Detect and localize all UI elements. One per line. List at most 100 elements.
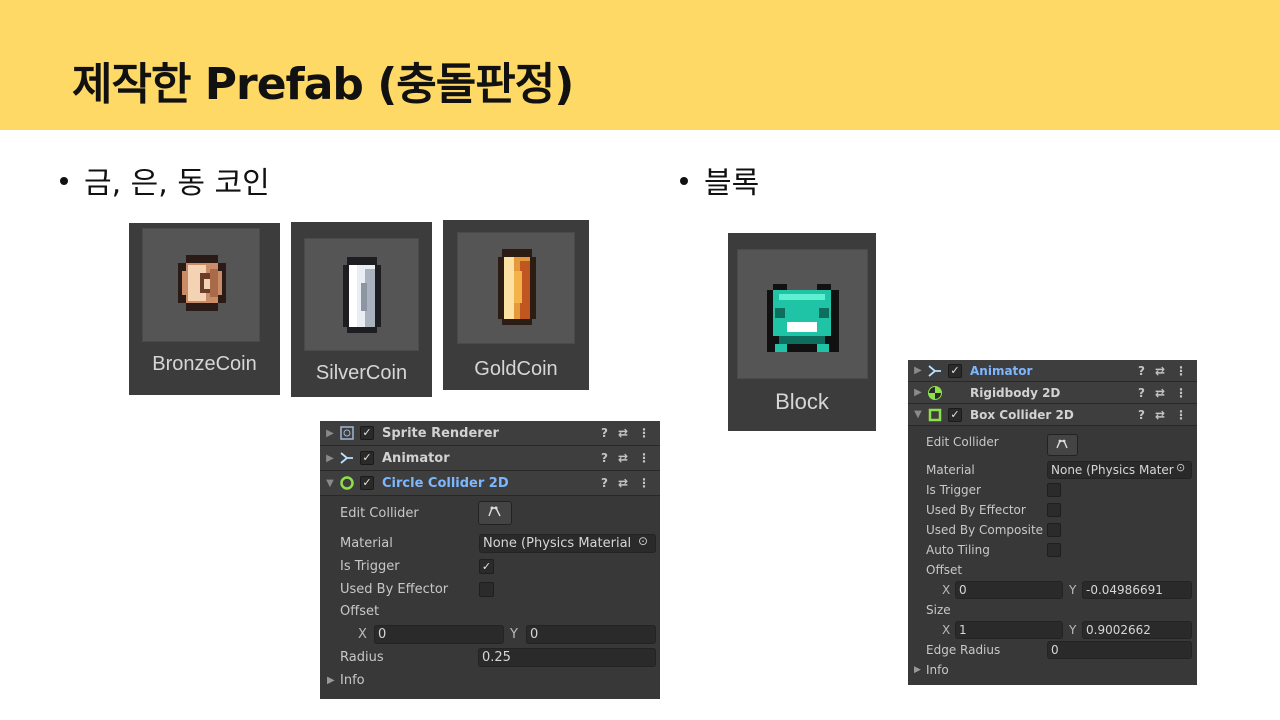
material-row: Material None (Physics Mater ⊙ — [908, 460, 1197, 480]
property-label: Used By Effector — [926, 503, 1026, 517]
expand-arrow-icon[interactable]: ▼ — [322, 478, 338, 489]
more-menu-icon[interactable]: ⋮ — [1175, 386, 1187, 400]
property-label: Edge Radius — [926, 643, 1001, 657]
preset-icon[interactable]: ⇄ — [618, 476, 628, 490]
offset-y-field[interactable]: 0 — [526, 625, 656, 644]
enable-checkbox[interactable]: ✓ — [948, 363, 962, 378]
offset-x-field[interactable]: 0 — [955, 581, 1063, 599]
size-x-field[interactable]: 1 — [955, 621, 1063, 639]
x-label: X — [942, 583, 951, 597]
collapse-arrow-icon[interactable]: ▶ — [322, 453, 338, 464]
bullet-block: 블록 — [680, 158, 759, 202]
component-header-sprite-renderer[interactable]: ▶ ✓ Sprite Renderer ? ⇄ ⋮ — [320, 421, 660, 446]
used-by-effector-row: Used By Effector — [320, 578, 660, 601]
x-label: X — [942, 623, 951, 637]
property-label: Radius — [340, 650, 384, 665]
help-icon[interactable]: ? — [601, 451, 608, 465]
used-by-composite-checkbox[interactable] — [1047, 523, 1061, 537]
help-icon[interactable]: ? — [1138, 408, 1145, 422]
help-icon[interactable]: ? — [601, 476, 608, 490]
material-field[interactable]: None (Physics Material — [479, 534, 656, 553]
preset-icon[interactable]: ⇄ — [618, 426, 628, 440]
property-label: Used By Effector — [340, 582, 449, 597]
preset-icon[interactable]: ⇄ — [1155, 408, 1165, 422]
x-label: X — [358, 627, 367, 642]
used-by-effector-checkbox[interactable] — [479, 582, 494, 597]
collapse-arrow-icon[interactable]: ▶ — [914, 665, 921, 675]
property-label: Offset — [926, 563, 963, 577]
component-header-rigidbody[interactable]: ▶ Rigidbody 2D ? ⇄ ⋮ — [908, 382, 1197, 404]
component-header-animator[interactable]: ▶ ✓ Animator ? ⇄ ⋮ — [908, 360, 1197, 382]
animator-icon — [926, 363, 944, 379]
auto-tiling-checkbox[interactable] — [1047, 543, 1061, 557]
slide-title: 제작한 Prefab (충돌판정) — [72, 59, 574, 110]
object-picker-icon[interactable]: ⊙ — [638, 534, 648, 548]
auto-tiling-row: Auto Tiling — [908, 540, 1197, 560]
property-label: Offset — [340, 604, 380, 619]
block-inspector-panel: ▶ ✓ Animator ? ⇄ ⋮ ▶ Rigidbody 2D ? ⇄ ⋮ … — [908, 360, 1197, 685]
enable-checkbox[interactable]: ✓ — [360, 426, 374, 440]
prefab-tile-silver[interactable]: SilverCoin — [291, 222, 432, 397]
edit-collider-button[interactable] — [1047, 434, 1078, 456]
y-label: Y — [510, 627, 518, 642]
property-label: Edit Collider — [340, 505, 419, 521]
enable-checkbox[interactable]: ✓ — [360, 476, 374, 490]
offset-xy-row: X 0 Y -0.04986691 — [908, 580, 1197, 600]
edit-collider-button[interactable] — [478, 501, 512, 525]
preset-icon[interactable]: ⇄ — [1155, 386, 1165, 400]
property-label: Material — [926, 463, 975, 477]
box-collider-icon — [926, 407, 944, 423]
component-tools: ? ⇄ ⋮ — [601, 426, 650, 440]
preset-icon[interactable]: ⇄ — [1155, 364, 1165, 378]
component-name: Box Collider 2D — [970, 407, 1074, 422]
component-header-box-collider[interactable]: ▼ ✓ Box Collider 2D ? ⇄ ⋮ — [908, 404, 1197, 426]
offset-y-field[interactable]: -0.04986691 — [1082, 581, 1192, 599]
y-label: Y — [1069, 623, 1077, 637]
y-label: Y — [1069, 583, 1077, 597]
size-y-field[interactable]: 0.9002662 — [1082, 621, 1192, 639]
box-collider-properties: Edit Collider Material None (Physics Mat… — [908, 426, 1197, 684]
material-field[interactable]: None (Physics Mater — [1047, 461, 1192, 479]
more-menu-icon[interactable]: ⋮ — [1175, 408, 1187, 422]
radius-field[interactable]: 0.25 — [478, 648, 656, 667]
help-icon[interactable]: ? — [601, 426, 608, 440]
enable-checkbox[interactable]: ✓ — [948, 407, 962, 422]
prefab-tile-bronze[interactable]: BronzeCoin — [129, 223, 280, 395]
coin-inspector-panel: ▶ ✓ Sprite Renderer ? ⇄ ⋮ ▶ ✓ Animator ?… — [320, 421, 660, 699]
more-menu-icon[interactable]: ⋮ — [638, 426, 650, 440]
info-row[interactable]: ▶ Info — [320, 669, 660, 692]
prefab-thumbnail — [457, 232, 575, 344]
prefab-label: SilverCoin — [315, 362, 408, 384]
prefab-tile-gold[interactable]: GoldCoin — [443, 220, 589, 390]
collapse-arrow-icon[interactable]: ▶ — [322, 428, 338, 439]
property-label: Size — [926, 603, 951, 617]
used-by-effector-row: Used By Effector — [908, 500, 1197, 520]
help-icon[interactable]: ? — [1138, 386, 1145, 400]
collapse-arrow-icon[interactable]: ▶ — [910, 365, 926, 376]
collapse-arrow-icon[interactable]: ▶ — [327, 675, 335, 686]
more-menu-icon[interactable]: ⋮ — [638, 451, 650, 465]
bullet-block-text: 블록 — [704, 166, 760, 201]
component-tools: ? ⇄ ⋮ — [1138, 408, 1187, 422]
more-menu-icon[interactable]: ⋮ — [638, 476, 650, 490]
component-header-animator[interactable]: ▶ ✓ Animator ? ⇄ ⋮ — [320, 446, 660, 471]
offset-x-field[interactable]: 0 — [374, 625, 504, 644]
is-trigger-checkbox[interactable]: ✓ — [479, 559, 494, 574]
used-by-effector-checkbox[interactable] — [1047, 503, 1061, 517]
component-header-circle-collider[interactable]: ▼ ✓ Circle Collider 2D ? ⇄ ⋮ — [320, 471, 660, 496]
more-menu-icon[interactable]: ⋮ — [1175, 364, 1187, 378]
slide-header: 제작한 Prefab (충돌판정) — [0, 0, 1280, 130]
collapse-arrow-icon[interactable]: ▶ — [910, 387, 926, 398]
prefab-tile-block[interactable]: Block — [728, 233, 876, 431]
enable-checkbox[interactable]: ✓ — [360, 451, 374, 465]
help-icon[interactable]: ? — [1138, 364, 1145, 378]
edge-radius-row: Edge Radius 0 — [908, 640, 1197, 660]
component-name: Rigidbody 2D — [970, 385, 1061, 400]
expand-arrow-icon[interactable]: ▼ — [910, 409, 926, 420]
preset-icon[interactable]: ⇄ — [618, 451, 628, 465]
info-row[interactable]: ▶ Info — [908, 660, 1197, 680]
component-name: Animator — [970, 363, 1033, 378]
object-picker-icon[interactable]: ⊙ — [1176, 461, 1185, 474]
edge-radius-field[interactable]: 0 — [1047, 641, 1192, 659]
is-trigger-checkbox[interactable] — [1047, 483, 1061, 497]
